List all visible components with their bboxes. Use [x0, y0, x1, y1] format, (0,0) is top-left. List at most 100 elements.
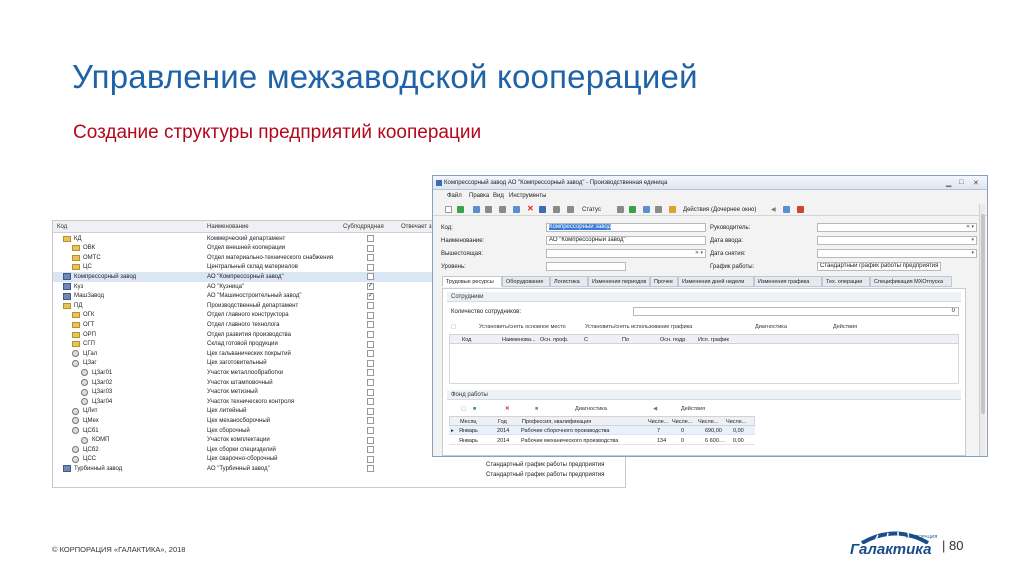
list-icon[interactable] [783, 206, 790, 213]
date-in-dropdown-icon[interactable]: ▾ [971, 237, 974, 244]
actions-child-button[interactable]: Действия (Дочернее окно) [683, 207, 756, 213]
fund-col-month[interactable]: Месяц [460, 419, 477, 425]
col-code[interactable]: Код [57, 224, 67, 230]
subcontract-checkbox[interactable] [367, 340, 374, 348]
fund-col-c2[interactable]: Числе... [672, 419, 692, 425]
staff-col-prof[interactable]: Осн. проф. [540, 337, 568, 343]
code-field[interactable]: Компрессорный завод [546, 223, 706, 232]
sort-icon[interactable] [643, 206, 650, 213]
subcontract-checkbox[interactable] [367, 465, 374, 473]
subcontract-checkbox[interactable]: ✓ [367, 292, 374, 300]
menu-tools[interactable]: Инструменты [509, 193, 546, 199]
copy-icon[interactable] [473, 206, 480, 213]
staff-col-from[interactable]: С [584, 337, 588, 343]
set-main-place-button[interactable]: Установить/снять основное место [479, 324, 566, 330]
subcontract-checkbox[interactable] [367, 455, 374, 463]
schedule-field[interactable]: Стандартный график работы предприятия [817, 262, 941, 271]
head-dropdown-icon[interactable]: ✕ ▾ [966, 224, 974, 231]
attach-icon[interactable] [617, 206, 624, 213]
subcontract-checkbox[interactable] [367, 359, 374, 367]
table-row[interactable]: Январь 2014 Рабочие механического производ… [449, 436, 755, 445]
subcontract-checkbox[interactable] [367, 254, 374, 262]
close-icon[interactable]: ✕ [973, 179, 979, 187]
subcontract-checkbox[interactable] [367, 263, 374, 271]
tab-weekday-changes[interactable]: Изменения дней недели [678, 276, 754, 287]
fund-actions-button[interactable]: Действия [681, 406, 705, 412]
subcontract-checkbox[interactable] [367, 244, 374, 252]
tab-labor[interactable]: Трудовые ресурсы [442, 276, 502, 287]
tab-schedule-changes[interactable]: Изменения графика [754, 276, 822, 287]
new-icon[interactable] [445, 206, 452, 213]
refresh-icon[interactable] [553, 206, 560, 213]
tree-icon[interactable] [513, 206, 520, 213]
staff-col-dept[interactable]: Осн. подр. [660, 337, 687, 343]
filter-icon[interactable] [567, 206, 574, 213]
staff-grid-body[interactable] [449, 344, 959, 384]
save-icon[interactable] [539, 206, 546, 213]
date-out-field[interactable]: ▾ [817, 249, 977, 258]
head-field[interactable]: ✕ ▾ [817, 223, 977, 232]
subcontract-checkbox[interactable] [367, 311, 374, 319]
staff-col-code[interactable]: Код [462, 337, 471, 343]
subcontract-checkbox[interactable] [367, 436, 374, 444]
staff-col-schedule[interactable]: Исп. график [698, 337, 729, 343]
subcontract-checkbox[interactable] [367, 331, 374, 338]
subcontract-checkbox[interactable] [367, 235, 374, 242]
subcontract-checkbox[interactable] [367, 321, 374, 329]
maximize-icon[interactable]: □ [959, 179, 963, 186]
tab-logistics[interactable]: Логистика [550, 276, 588, 287]
subcontract-checkbox[interactable] [367, 417, 374, 425]
staff-count-field[interactable]: 0 [633, 307, 959, 316]
staff-col-to[interactable]: По [622, 337, 629, 343]
wand-icon[interactable] [669, 206, 676, 213]
add-icon[interactable] [457, 206, 464, 213]
arrow-left-icon[interactable]: ◀ [771, 206, 778, 213]
fund-arrow-icon[interactable]: ◀ [653, 406, 657, 412]
staff-actions-button[interactable]: Действия [833, 324, 857, 330]
col-subcontract[interactable]: Субподрядная [343, 224, 384, 230]
menu-view[interactable]: Вид [493, 193, 504, 199]
fund-new-icon[interactable]: ▢ [461, 406, 466, 412]
subcontract-checkbox[interactable] [367, 427, 374, 434]
fund-add-icon[interactable]: ■ [473, 406, 476, 412]
date-in-field[interactable]: ▾ [817, 236, 977, 245]
menu-file[interactable]: Файл [447, 193, 462, 199]
staff-diagnostics-button[interactable]: Диагностика [755, 324, 787, 330]
settings-icon[interactable] [655, 206, 662, 213]
fund-col-c3[interactable]: Числе... [698, 419, 718, 425]
subcontract-checkbox[interactable] [367, 302, 374, 310]
exit-icon[interactable] [797, 206, 804, 213]
col-name[interactable]: Наименование [207, 224, 249, 230]
name-field[interactable]: АО "Компрессорный завод" [546, 236, 706, 245]
fund-print-icon[interactable]: ■ [535, 406, 538, 412]
subcontract-checkbox[interactable] [367, 369, 374, 377]
set-schedule-button[interactable]: Установить/снять использование графика [585, 324, 692, 330]
fund-col-c4[interactable]: Числе... [726, 419, 746, 425]
subcontract-checkbox[interactable]: ✓ [367, 283, 374, 290]
scroll-thumb[interactable] [981, 214, 985, 414]
subcontract-checkbox[interactable] [367, 398, 374, 406]
fund-col-year[interactable]: Год [498, 419, 507, 425]
subcontract-checkbox[interactable] [367, 388, 374, 396]
fund-diagnostics-button[interactable]: Диагностика [575, 406, 607, 412]
col-responsible[interactable]: Отвечает за [401, 224, 435, 230]
subcontract-checkbox[interactable] [367, 273, 374, 281]
subcontract-checkbox[interactable] [367, 407, 374, 415]
status-button[interactable]: Статус [582, 207, 601, 213]
levels-field[interactable] [546, 262, 626, 271]
fund-delete-icon[interactable]: ✕ [505, 406, 510, 412]
subcontract-checkbox[interactable] [367, 446, 374, 454]
staff-col-name[interactable]: Наименова... [502, 337, 536, 343]
export-icon[interactable] [499, 206, 506, 213]
staff-add-icon[interactable]: ▢ [451, 324, 456, 330]
link-icon[interactable] [629, 206, 636, 213]
parent-field[interactable]: ✕ ▾ [546, 249, 706, 258]
minimize-icon[interactable]: ▁ [946, 179, 951, 187]
subcontract-checkbox[interactable] [367, 350, 374, 358]
tab-tech-operations[interactable]: Тех. операции [822, 276, 870, 287]
tab-specification[interactable]: Спецификация МХОтпуска [870, 276, 952, 287]
delete-icon[interactable]: ✕ [527, 205, 534, 213]
menu-edit[interactable]: Правка [469, 193, 489, 199]
clear-icon[interactable]: ✕ ▾ [695, 250, 703, 257]
dialog-scrollbar[interactable] [979, 204, 985, 456]
